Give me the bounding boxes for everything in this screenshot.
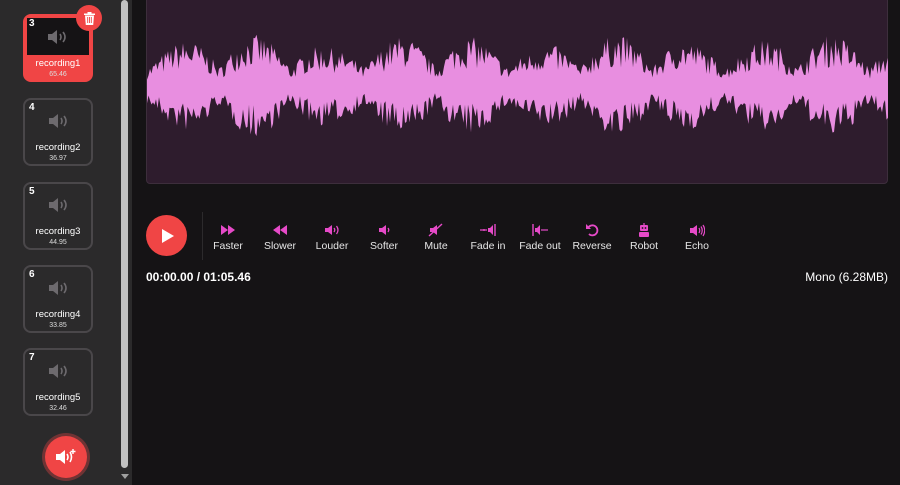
recording-duration: 65.46 bbox=[49, 71, 67, 78]
volume-down-icon bbox=[379, 225, 390, 235]
effect-label: Robot bbox=[629, 240, 659, 252]
reverse-icon bbox=[586, 224, 599, 237]
effect-softer-button[interactable]: Softer bbox=[358, 222, 410, 252]
effect-label: Slower bbox=[263, 240, 297, 252]
waveform-graphic bbox=[147, 34, 888, 137]
recording-card-4[interactable]: 6 recording4 33.85 bbox=[23, 265, 93, 333]
effect-label: Louder bbox=[315, 240, 349, 252]
effect-slower-button[interactable]: Slower bbox=[254, 222, 306, 252]
trash-icon bbox=[83, 11, 95, 25]
recording-name: recording5 bbox=[35, 392, 81, 403]
effect-label: Fade in bbox=[470, 240, 506, 252]
mute-icon bbox=[428, 223, 443, 237]
effect-label: Echo bbox=[685, 240, 709, 252]
add-sound-icon bbox=[56, 449, 76, 464]
recording-duration: 36.97 bbox=[49, 155, 67, 162]
speaker-icon bbox=[48, 29, 66, 44]
effect-echo-button[interactable]: Echo bbox=[671, 222, 723, 252]
recording-name: recording2 bbox=[35, 142, 81, 153]
fade-out-icon bbox=[532, 224, 548, 236]
scrollbar-thumb[interactable] bbox=[121, 0, 128, 468]
recording-thumbnail bbox=[29, 102, 89, 139]
effect-robot-button[interactable]: Robot bbox=[618, 222, 670, 252]
fast-forward-icon bbox=[221, 225, 235, 235]
new-recording-button[interactable] bbox=[45, 436, 87, 478]
recording-number: 3 bbox=[29, 18, 35, 29]
effect-label: Faster bbox=[213, 240, 243, 252]
recording-card-3[interactable]: 5 recording3 44.95 bbox=[23, 182, 93, 250]
effect-label: Softer bbox=[369, 240, 398, 252]
playback-time: 00:00.00 / 01:05.46 bbox=[146, 270, 251, 284]
speaker-icon bbox=[49, 113, 67, 128]
waveform-display[interactable] bbox=[146, 0, 888, 184]
recording-duration: 32.46 bbox=[49, 405, 67, 412]
robot-icon bbox=[639, 222, 649, 237]
speaker-icon bbox=[49, 280, 67, 295]
effect-louder-button[interactable]: Louder bbox=[306, 222, 358, 252]
effect-reverse-button[interactable]: Reverse bbox=[566, 222, 618, 252]
effect-mute-button[interactable]: Mute bbox=[410, 222, 462, 252]
audio-info: Mono (6.28MB) bbox=[805, 270, 888, 284]
effect-label: Mute bbox=[424, 240, 448, 252]
effect-fade-in-button[interactable]: Fade in bbox=[462, 222, 514, 252]
recording-card-1[interactable]: 3 recording1 65.46 bbox=[23, 6, 101, 82]
waveform-shape bbox=[147, 34, 888, 137]
scroll-down-arrow-icon[interactable] bbox=[121, 474, 129, 479]
effect-label: Fade out bbox=[519, 240, 561, 252]
effect-label: Reverse bbox=[572, 240, 612, 252]
recording-name: recording4 bbox=[35, 309, 81, 320]
recording-thumbnail bbox=[29, 352, 89, 389]
sidebar-scrollbar[interactable] bbox=[119, 0, 131, 485]
volume-up-icon bbox=[325, 225, 339, 235]
rewind-icon bbox=[273, 225, 287, 235]
recording-card-5[interactable]: 7 recording5 32.46 bbox=[23, 348, 93, 416]
recording-name: recording1 bbox=[35, 58, 81, 69]
recording-card-2[interactable]: 4 recording2 36.97 bbox=[23, 98, 93, 166]
recording-thumbnail bbox=[29, 186, 89, 223]
speaker-icon bbox=[49, 363, 67, 378]
effect-faster-button[interactable]: Faster bbox=[202, 222, 254, 252]
effect-fade-out-button[interactable]: Fade out bbox=[514, 222, 566, 252]
echo-icon bbox=[690, 224, 705, 236]
delete-recording-button[interactable] bbox=[77, 6, 101, 30]
recording-thumbnail bbox=[29, 269, 89, 306]
recording-name: recording3 bbox=[35, 226, 81, 237]
recording-duration: 44.95 bbox=[49, 239, 67, 246]
play-icon bbox=[161, 228, 174, 243]
speaker-icon bbox=[49, 197, 67, 212]
fade-in-icon bbox=[480, 224, 496, 236]
play-button[interactable] bbox=[146, 215, 187, 256]
recordings-sidebar: 3 recording1 65.46 4 recording2 36.97 5 … bbox=[0, 0, 132, 485]
recording-duration: 33.85 bbox=[49, 322, 67, 329]
